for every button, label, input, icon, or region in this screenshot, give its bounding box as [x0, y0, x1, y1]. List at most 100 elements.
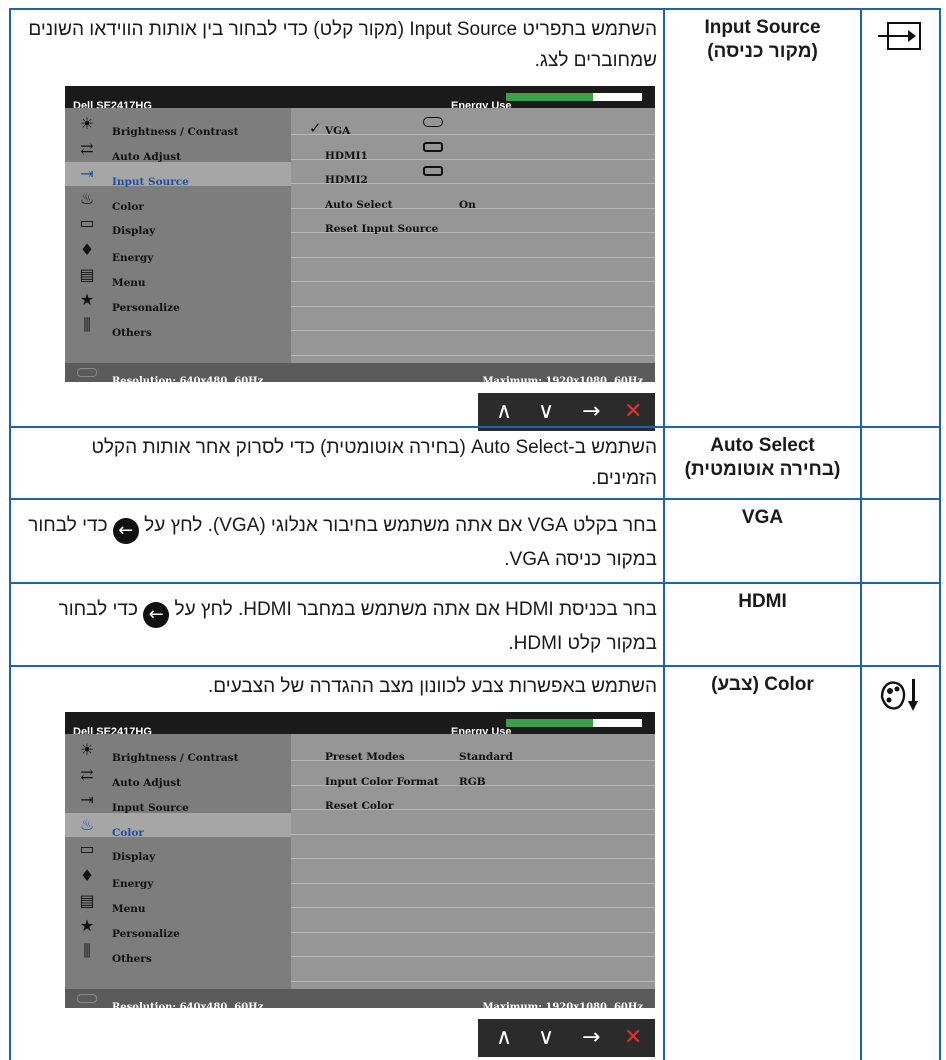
others-icon: ⫼	[83, 941, 91, 960]
osd-menu-item: ♨ Color	[65, 187, 291, 214]
down-arrow-icon: ∨	[538, 399, 555, 424]
osd-menu-item: ⇄ Auto Adjust	[65, 763, 291, 790]
osd-screenshot-color: Dell SE2417HG Energy Use ☀ Brightness / Con…	[65, 712, 655, 1013]
osd-header: Dell SE2417HG Energy Use	[65, 712, 655, 738]
osd-menu-item: ▭ Display	[65, 837, 291, 864]
up-arrow-icon: ∧	[496, 1025, 513, 1050]
color-icon: ♨	[79, 189, 95, 208]
input-source-icon	[878, 22, 921, 50]
others-icon: ⫼	[83, 315, 91, 334]
left-arrow-button-icon: ←	[112, 518, 139, 544]
setting-name: Auto Select (בחירה אוטומטית)	[663, 428, 860, 498]
osd-screenshot-input: Dell SE2417HG Energy Use ☀ Brightness / Con…	[65, 86, 655, 387]
brightness-icon: ☀	[79, 740, 95, 759]
color-icon: ♨	[79, 815, 95, 834]
setting-name-line1: HDMI	[738, 591, 787, 612]
hdmi-port-icon	[423, 141, 443, 152]
osd-resolution: Resolution: 640x480, 60Hz	[112, 376, 264, 387]
setting-description: השתמש באפשרות צבע לכוונון מצב ההגדרה של …	[11, 667, 665, 1060]
right-arrow-icon: →	[582, 1025, 601, 1050]
osd-menu-item: ▤ Menu	[65, 889, 291, 916]
osd-menu-item: ▭ Display	[65, 211, 291, 238]
osd-resolution: Resolution: 640x480, 60Hz	[112, 1002, 264, 1013]
icon-cell	[860, 667, 939, 1060]
osd-menu-item: ♦ Energy	[65, 238, 291, 265]
input-source-icon: ⇥	[80, 790, 94, 809]
osd-menu: ☀ Brightness / Contrast ⇄ Auto Adjust ⇥ Input…	[65, 108, 291, 363]
osd-header: Dell SE2417HG Energy Use	[65, 86, 655, 112]
osd-menu-item: ☀ Brightness / Contrast	[65, 112, 291, 139]
setting-description: בחר בקלט VGA אם אתה משתמש בחיבור אנלוגי …	[11, 500, 665, 582]
osd-menu-item: ♦ Energy	[65, 864, 291, 891]
osd-menu: ☀ Brightness / Contrast ⇄ Auto Adjust ⇥ Input…	[65, 734, 291, 989]
close-icon: ✕	[624, 399, 643, 424]
osd-submenu-row: Reset Color	[291, 786, 655, 812]
osd-menu-item: ⇥ Input Source	[65, 788, 291, 815]
osd-footer: Resolution: 640x480, 60Hz Maximum: 1920x1…	[65, 363, 655, 387]
close-icon: ✕	[624, 1025, 643, 1050]
setting-description: בחר בכניסת HDMI אם אתה משתמש במחבר HDMI.…	[11, 584, 665, 665]
osd-footer: Resolution: 640x480, 60Hz Maximum: 1920x1…	[65, 989, 655, 1013]
osd-menu-label: Others	[112, 327, 152, 339]
settings-table: Input Source (מקור כניסה) השתמש בתפריט I…	[9, 8, 941, 1060]
osd-submenu-row: Auto Select On	[291, 185, 655, 211]
row-color: Color (צבע) השתמש באפשרות צבע לכוונון מצ…	[9, 665, 941, 1060]
osd-menu-item: ★ Personalize	[65, 914, 291, 941]
auto-adjust-icon: ⇄	[80, 139, 94, 158]
star-icon: ★	[79, 290, 95, 309]
star-icon: ★	[79, 916, 95, 935]
osd-menu-item: ▤ Menu	[65, 263, 291, 290]
auto-adjust-icon: ⇄	[80, 765, 94, 784]
osd-nav-bar: ∧ ∨ → ✕	[478, 1019, 655, 1057]
osd-menu-item: ♨ Color	[65, 813, 291, 839]
setting-name-line1: Input Source	[704, 17, 821, 38]
menu-icon: ▤	[79, 891, 95, 910]
menu-icon: ▤	[79, 265, 95, 284]
osd-submenu-row	[291, 835, 655, 859]
description-text: השתמש ב-Auto Select (בחירה אוטומטית) כדי…	[91, 437, 657, 489]
row-auto-select: Auto Select (בחירה אוטומטית) השתמש ב-Aut…	[9, 426, 941, 498]
osd-submenu-row	[291, 258, 655, 282]
energy-icon: ♦	[79, 240, 95, 259]
color-icon	[880, 679, 918, 711]
osd-submenu-row	[291, 307, 655, 331]
osd-submenu-row	[291, 811, 655, 835]
up-arrow-icon: ∧	[496, 399, 513, 424]
right-arrow-icon: →	[582, 399, 601, 424]
description-part-a: בחר בקלט VGA אם אתה משתמש בחיבור אנלוגי …	[144, 515, 657, 536]
setting-description: השתמש בתפריט Input Source (מקור קלט) כדי…	[11, 10, 665, 431]
vga-port-icon	[77, 994, 97, 1003]
vga-port-icon	[423, 117, 443, 127]
icon-cell	[860, 428, 939, 498]
osd-submenu-row	[291, 909, 655, 933]
osd-submenu-row	[291, 958, 655, 982]
setting-name-line1: Color (צבע)	[711, 674, 814, 695]
row-vga: VGA בחר בקלט VGA אם אתה משתמש בחיבור אנל…	[9, 498, 941, 582]
brightness-icon: ☀	[79, 114, 95, 133]
osd-menu-item: ⇥ Input Source	[65, 162, 291, 188]
input-source-icon: ⇥	[80, 164, 94, 183]
osd-submenu-row	[291, 234, 655, 258]
row-hdmi: HDMI בחר בכניסת HDMI אם אתה משתמש במחבר …	[9, 582, 941, 665]
setting-name-line1: Auto Select	[710, 435, 815, 456]
osd-menu-item: ★ Personalize	[65, 288, 291, 315]
osd-energy-bar	[506, 719, 642, 727]
osd-submenu-row: Input Color Format RGB	[291, 762, 655, 788]
icon-cell	[860, 500, 939, 582]
osd-submenu-row: Preset Modes Standard	[291, 737, 655, 763]
osd-submenu-row	[291, 884, 655, 908]
description-text: בחר בכניסת HDMI אם אתה משתמש במחבר HDMI.…	[25, 594, 657, 659]
osd-submenu-row: ✓ VGA	[291, 111, 655, 137]
description-text: השתמש באפשרות צבע לכוונון מצב ההגדרה של …	[207, 676, 657, 697]
down-arrow-icon: ∨	[538, 1025, 555, 1050]
row-input-source: Input Source (מקור כניסה) השתמש בתפריט I…	[9, 8, 941, 431]
setting-name-line2: (מקור כניסה)	[707, 41, 818, 62]
osd-menu-item: ⫼ Others	[65, 939, 291, 966]
setting-name: Input Source (מקור כניסה)	[663, 10, 860, 426]
setting-name-line2: (בחירה אוטומטית)	[684, 459, 841, 480]
hdmi-port-icon	[423, 166, 443, 176]
setting-name-line1: VGA	[741, 507, 784, 528]
display-icon: ▭	[79, 213, 95, 232]
setting-name: Color (צבע)	[663, 667, 860, 1060]
osd-submenu-row	[291, 283, 655, 307]
